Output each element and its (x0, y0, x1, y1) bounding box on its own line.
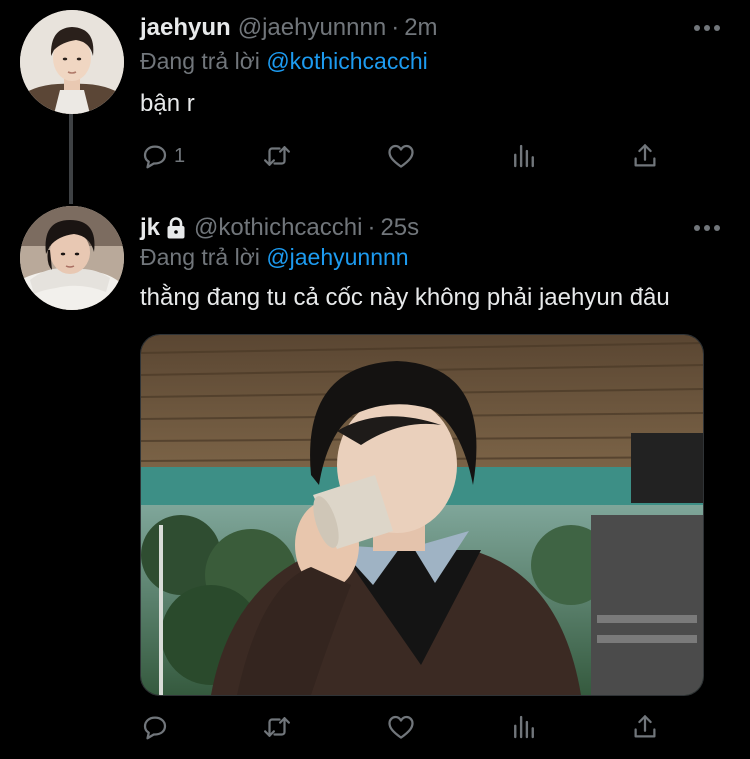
tweet-text: bận r (140, 90, 195, 117)
timestamp[interactable]: 25s (380, 214, 419, 242)
replying-to-mention[interactable]: @jaehyunnnn (266, 244, 408, 270)
replying-to: Đang trả lời @jaehyunnnn (140, 244, 409, 271)
reply-button[interactable] (140, 710, 170, 744)
share-icon (634, 715, 656, 738)
tweet-jaehyun[interactable]: jaehyun @jaehyunnnn · 2m Đang trả lời @k… (0, 0, 750, 190)
share-button[interactable] (630, 710, 660, 744)
more-options-icon[interactable] (694, 224, 720, 232)
tweet-photo[interactable] (140, 334, 704, 696)
timestamp[interactable]: 2m (404, 14, 437, 42)
tweet-text: thằng đang tu cả cốc này không phải jaeh… (140, 284, 670, 311)
replying-to-mention[interactable]: @kothichcacchi (266, 48, 427, 74)
tweet-actions: 1 (140, 139, 680, 173)
avatar-jk[interactable] (20, 206, 124, 310)
photo-illustration (141, 335, 703, 695)
replying-to: Đang trả lời @kothichcacchi (140, 48, 428, 75)
reply-icon (143, 145, 167, 169)
like-icon (388, 715, 414, 739)
views-icon (514, 715, 534, 739)
user-handle[interactable]: @kothichcacchi (194, 214, 362, 242)
avatar-jaehyun[interactable] (20, 10, 124, 114)
user-handle[interactable]: @jaehyunnnn (238, 14, 386, 42)
more-options-icon[interactable] (694, 24, 720, 32)
share-icon (634, 144, 656, 167)
replying-to-label: Đang trả lời (140, 48, 267, 74)
replying-to-label: Đang trả lời (140, 244, 267, 270)
display-name[interactable]: jaehyun (140, 14, 231, 42)
tweet-actions (140, 710, 680, 744)
lock-icon (165, 216, 187, 240)
separator-dot: · (391, 14, 400, 41)
views-icon (514, 144, 534, 168)
like-button[interactable] (386, 710, 416, 744)
share-button[interactable] (630, 139, 660, 173)
reply-button[interactable]: 1 (140, 139, 185, 173)
tweet-header: jaehyun @jaehyunnnn · 2m (140, 14, 438, 42)
separator-dot: · (367, 214, 376, 241)
views-button[interactable] (509, 710, 539, 744)
like-icon (388, 144, 414, 168)
retweet-button[interactable] (262, 710, 292, 744)
retweet-icon (264, 146, 290, 166)
tweet-header: jk @kothichcacchi · 25s (140, 214, 419, 242)
display-name[interactable]: jk (140, 214, 160, 242)
retweet-button[interactable] (262, 139, 292, 173)
views-button[interactable] (509, 139, 539, 173)
retweet-icon (264, 717, 290, 737)
reply-icon (143, 716, 167, 740)
like-button[interactable] (386, 139, 416, 173)
reply-count: 1 (174, 144, 186, 167)
